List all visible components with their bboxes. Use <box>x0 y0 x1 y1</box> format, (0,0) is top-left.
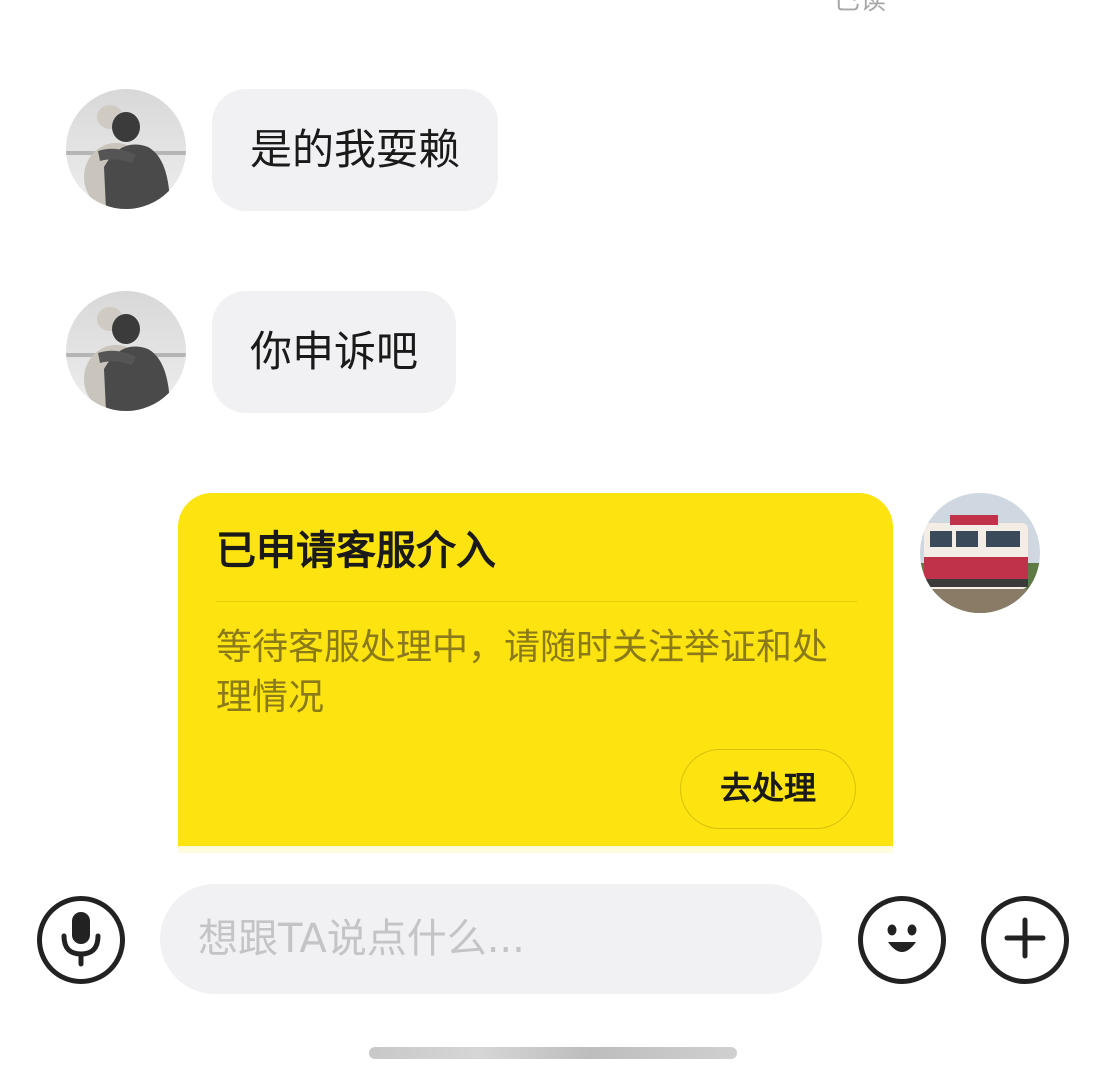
message-bubble[interactable]: 是的我耍赖 <box>212 89 499 211</box>
more-button[interactable] <box>981 896 1069 984</box>
chat-screen: 已读 是的我耍赖 你申诉吧 已申请客服介入 等待客服处理中，请随时关注举证和处理… <box>0 0 1104 1080</box>
read-receipt: 已读 <box>834 0 887 16</box>
card-divider <box>216 601 857 602</box>
customer-service-card[interactable]: 已申请客服介入 等待客服处理中，请随时关注举证和处理情况 去处理 <box>178 493 893 853</box>
message-bubble[interactable]: 你申诉吧 <box>212 291 457 413</box>
smiley-icon <box>872 908 932 972</box>
handle-button[interactable]: 去处理 <box>680 749 856 829</box>
person-hugging-dog-avatar[interactable] <box>66 89 186 209</box>
message-input[interactable] <box>160 884 822 994</box>
home-indicator[interactable] <box>369 1047 737 1059</box>
voice-button[interactable] <box>37 896 125 984</box>
microphone-icon <box>56 908 106 972</box>
card-body: 等待客服处理中，请随时关注举证和处理情况 <box>216 627 829 718</box>
person-hugging-dog-avatar[interactable] <box>66 291 186 411</box>
red-train-avatar[interactable] <box>920 493 1040 613</box>
card-title: 已申请客服介入 <box>216 528 496 574</box>
plus-icon <box>1000 913 1050 967</box>
emoji-button[interactable] <box>858 896 946 984</box>
